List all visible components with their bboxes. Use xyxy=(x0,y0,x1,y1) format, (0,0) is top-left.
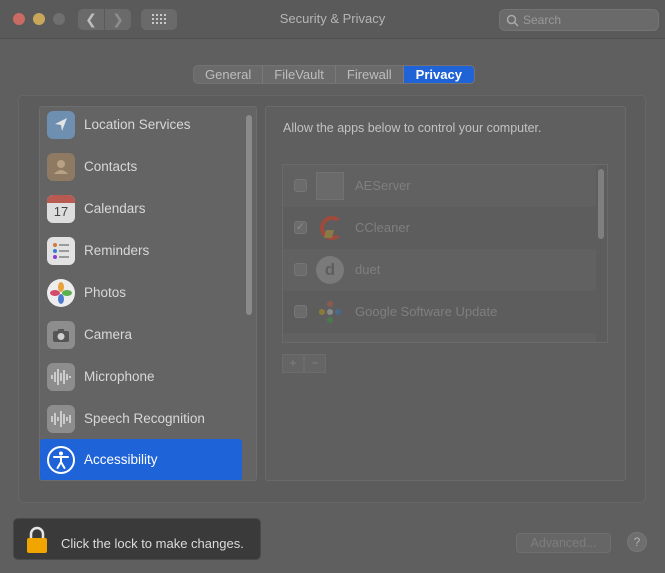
permission-description: Allow the apps below to control your com… xyxy=(283,121,542,135)
list-item[interactable]: d duet xyxy=(283,249,596,291)
generic-app-icon xyxy=(316,172,344,200)
sidebar-item-label: Photos xyxy=(84,285,127,300)
calendar-icon: 17 xyxy=(47,195,75,223)
app-name: duet xyxy=(355,262,381,277)
photos-icon xyxy=(47,279,75,307)
app-checkbox[interactable]: ✓ xyxy=(294,221,307,234)
search-input[interactable] xyxy=(523,12,653,28)
location-arrow-icon xyxy=(47,111,75,139)
sidebar-item-label: Contacts xyxy=(84,159,138,174)
google-update-icon xyxy=(316,298,344,326)
sidebar-item-label: Accessibility xyxy=(84,452,158,467)
tab-filevault[interactable]: FileVault xyxy=(263,66,336,83)
add-app-button[interactable]: + xyxy=(282,354,304,373)
search-icon xyxy=(506,14,519,27)
app-permission-list: AEServer ✓ CCleaner d duet Google Softwa… xyxy=(282,164,608,343)
tab-privacy[interactable]: Privacy xyxy=(403,66,474,83)
add-remove-buttons: + − xyxy=(282,354,326,373)
list-item[interactable]: AEServer xyxy=(283,165,596,207)
app-checkbox[interactable] xyxy=(294,263,307,276)
sidebar-item-label: Camera xyxy=(84,327,133,342)
sidebar-item-label: Reminders xyxy=(84,243,150,258)
app-checkbox[interactable] xyxy=(294,179,307,192)
advanced-button[interactable]: Advanced... xyxy=(516,533,611,553)
sidebar-item-camera[interactable]: Camera xyxy=(40,314,243,356)
sidebar-item-microphone[interactable]: Microphone xyxy=(40,356,243,398)
title-bar: ❮ ❯ Security & Privacy xyxy=(0,0,665,39)
search-field[interactable] xyxy=(499,9,659,31)
sidebar-scrollbar[interactable] xyxy=(246,115,252,315)
app-list-scrollbar[interactable] xyxy=(598,169,604,239)
remove-app-button[interactable]: − xyxy=(304,354,326,373)
sidebar-item-label: Speech Recognition xyxy=(84,411,205,426)
speech-waveform-icon xyxy=(47,405,75,433)
security-privacy-window: ❮ ❯ Security & Privacy General FileVault… xyxy=(0,0,665,573)
sidebar-item-photos[interactable]: Photos xyxy=(40,272,243,314)
ccleaner-icon xyxy=(316,214,344,242)
app-name: AEServer xyxy=(355,178,411,193)
camera-icon xyxy=(47,321,75,349)
sidebar-item-speech-recognition[interactable]: Speech Recognition xyxy=(40,398,243,440)
sidebar-item-label: Location Services xyxy=(84,117,191,132)
sidebar-item-reminders[interactable]: Reminders xyxy=(40,230,243,272)
duet-icon: d xyxy=(316,256,344,284)
sidebar-item-label: Microphone xyxy=(84,369,155,384)
sidebar-item-location-services[interactable]: Location Services xyxy=(40,107,243,146)
sidebar-item-accessibility[interactable]: Accessibility xyxy=(40,439,242,480)
list-item[interactable]: ✓ CCleaner xyxy=(283,207,596,249)
privacy-category-list: Location Services Contacts 17 Calendars xyxy=(39,106,257,481)
app-checkbox[interactable] xyxy=(294,305,307,318)
app-name: CCleaner xyxy=(355,220,410,235)
lock-bar[interactable]: Click the lock to make changes. xyxy=(13,518,261,560)
help-button[interactable]: ? xyxy=(627,532,647,552)
list-item[interactable]: Google Software Update xyxy=(283,291,596,333)
tab-firewall[interactable]: Firewall xyxy=(336,66,404,83)
tab-bar: General FileVault Firewall Privacy xyxy=(193,65,475,84)
reminders-icon xyxy=(47,237,75,265)
accessibility-icon xyxy=(47,446,75,474)
microphone-waveform-icon xyxy=(47,363,75,391)
sidebar-item-contacts[interactable]: Contacts xyxy=(40,146,243,188)
contacts-icon xyxy=(47,153,75,181)
lock-message: Click the lock to make changes. xyxy=(61,536,244,551)
lock-icon[interactable] xyxy=(26,526,48,554)
tab-general[interactable]: General xyxy=(194,66,264,83)
sidebar-item-calendars[interactable]: 17 Calendars xyxy=(40,188,243,230)
app-name: Google Software Update xyxy=(355,304,498,319)
sidebar-item-label: Calendars xyxy=(84,201,146,216)
list-item[interactable] xyxy=(283,333,596,342)
